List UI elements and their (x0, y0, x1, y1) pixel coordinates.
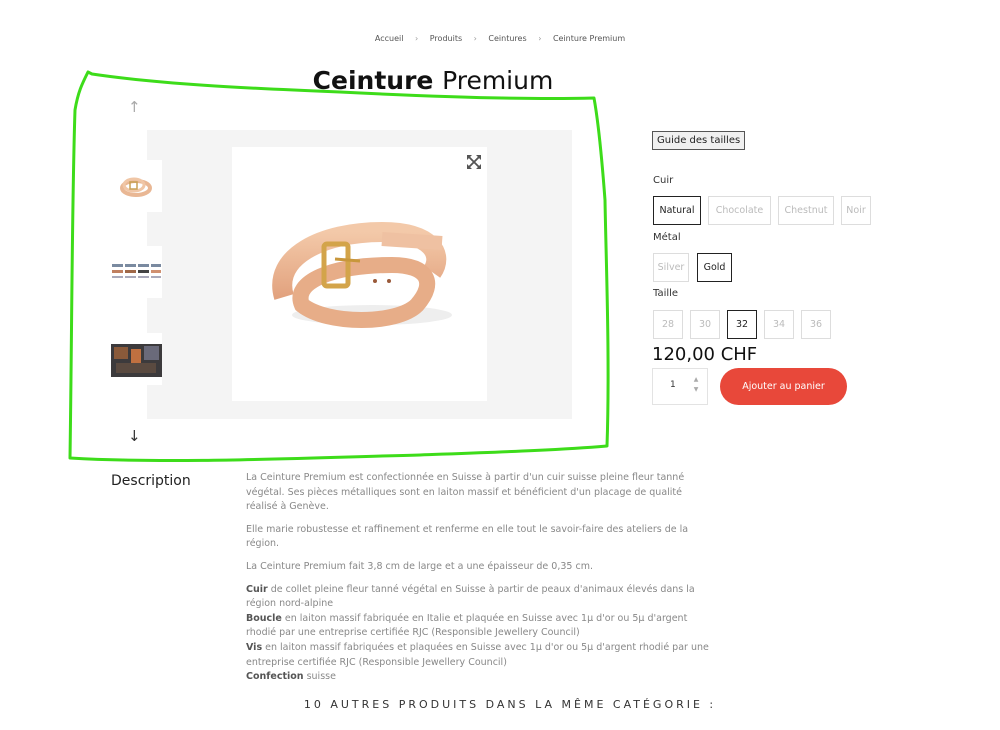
expand-arrows-icon[interactable] (466, 154, 482, 170)
spec-leather: Cuir de collet pleine fleur tanné végéta… (246, 583, 712, 612)
size-option-34[interactable]: 34 (764, 310, 794, 339)
breadcrumb-separator: › (415, 34, 419, 43)
spec-term: Vis (246, 641, 263, 653)
spec-text: en laiton massif fabriquées et plaquées … (246, 641, 709, 668)
quantity-spin-arrows[interactable]: ▲ ▼ (691, 375, 701, 395)
gallery-up-arrow[interactable]: ↑ (128, 98, 141, 116)
belt-lineup-thumbnail (112, 264, 161, 278)
description-paragraph: La Ceinture Premium est confectionnée en… (246, 472, 685, 513)
description-paragraph: Elle marie robustesse et raffinement et … (246, 523, 689, 550)
title-regular: Premium (442, 66, 554, 95)
related-products-heading: 10 AUTRES PRODUITS DANS LA MÊME CATÉGORI… (303, 698, 717, 711)
belt-natural-gold-buckle (272, 221, 452, 328)
size-label: Taille (653, 288, 679, 299)
thumbnail-belt-lineup[interactable] (110, 246, 162, 298)
metal-option-gold[interactable]: Gold (697, 253, 732, 282)
size-option-28[interactable]: 28 (653, 310, 683, 339)
size-guide-button[interactable]: Guide des tailles (652, 131, 746, 150)
workshop-thumbnail (111, 344, 162, 377)
description-heading: Description (111, 473, 191, 489)
spec-term: Confection (246, 671, 304, 683)
main-product-image[interactable] (232, 147, 487, 401)
metal-label: Métal (653, 232, 681, 243)
leather-option-chocolate[interactable]: Chocolate (708, 196, 771, 225)
leather-option-chestnut[interactable]: Chestnut (778, 196, 834, 225)
spec-text: suisse (303, 671, 336, 683)
size-option-36[interactable]: 36 (801, 310, 831, 339)
spec-making: Confection suisse (246, 670, 712, 685)
breadcrumb-products[interactable]: Produits (430, 34, 462, 43)
breadcrumb-separator: › (473, 34, 477, 43)
size-option-30[interactable]: 30 (690, 310, 720, 339)
belt-coiled-thumbnail (120, 177, 152, 197)
metal-option-silver[interactable]: Silver (653, 253, 689, 282)
spec-buckle: Boucle en laiton massif fabriquée en Ita… (246, 612, 712, 641)
breadcrumb-home[interactable]: Accueil (375, 34, 404, 43)
page-title: Ceinture Premium (0, 66, 866, 95)
leather-option-noir[interactable]: Noir (841, 196, 871, 225)
spec-screws: Vis en laiton massif fabriquées et plaqu… (246, 641, 712, 670)
gallery-down-arrow[interactable]: ↓ (128, 427, 141, 445)
size-option-32[interactable]: 32 (727, 310, 757, 339)
breadcrumb: Accueil › Produits › Ceintures › Ceintur… (0, 34, 1000, 43)
leather-option-natural[interactable]: Natural (653, 196, 701, 225)
spec-term: Cuir (246, 583, 268, 595)
breadcrumb-separator: › (538, 34, 542, 43)
thumbnail-belt-coiled[interactable] (110, 160, 162, 212)
breadcrumb-belts[interactable]: Ceintures (488, 34, 526, 43)
spec-text: de collet pleine fleur tanné végétal en … (246, 583, 695, 610)
spec-text: en laiton massif fabriquée en Italie et … (246, 612, 688, 639)
breadcrumb-current: Ceinture Premium (552, 34, 626, 43)
leather-label: Cuir (653, 175, 674, 186)
title-bold: Ceinture (312, 66, 434, 95)
quantity-stepper[interactable]: 1 ▲ ▼ (652, 368, 708, 405)
spec-term: Boucle (246, 612, 282, 624)
quantity-value[interactable]: 1 (670, 380, 676, 390)
description-body: La Ceinture Premium est confectionnée en… (246, 471, 712, 685)
product-price: 120,00 CHF (652, 344, 758, 365)
description-paragraph: La Ceinture Premium fait 3,8 cm de large… (246, 560, 593, 572)
add-to-cart-button[interactable]: Ajouter au panier (720, 368, 847, 405)
thumbnail-workshop[interactable] (110, 333, 162, 385)
